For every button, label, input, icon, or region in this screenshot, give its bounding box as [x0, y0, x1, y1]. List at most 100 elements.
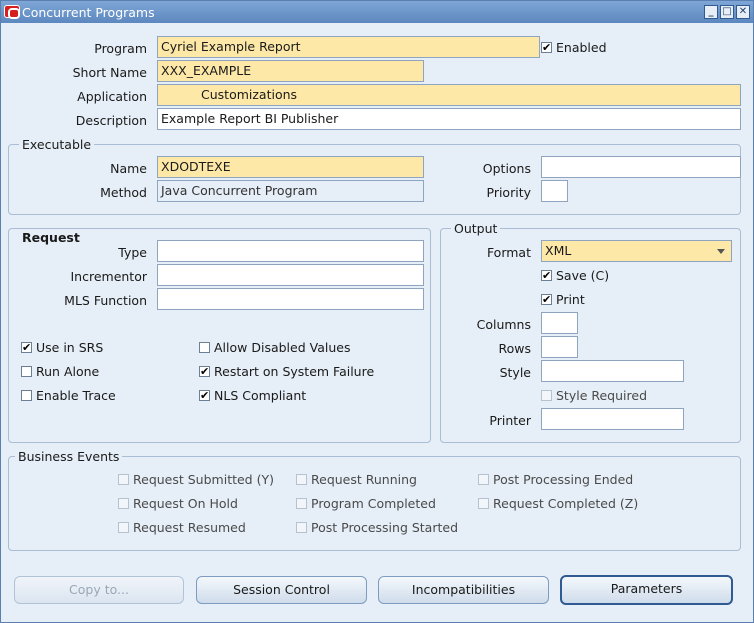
description-field[interactable]: Example Report BI Publisher	[157, 108, 741, 130]
save-checkbox[interactable]: ✔ Save (C)	[541, 268, 609, 283]
program-completed-checkbox[interactable]: Program Completed	[296, 496, 436, 511]
output-group-title: Output	[451, 221, 501, 236]
session-control-button[interactable]: Session Control	[196, 576, 367, 604]
executable-group-title: Executable	[19, 137, 95, 152]
short-name-field[interactable]: XXX_EXAMPLE	[157, 60, 424, 82]
post-processing-ended-checkbox[interactable]: Post Processing Ended	[478, 472, 633, 487]
unchecked-box-icon	[118, 474, 129, 485]
priority-label: Priority	[486, 185, 532, 200]
restart-on-system-failure-label: Restart on System Failure	[214, 364, 375, 379]
program-field[interactable]: Cyriel Example Report	[157, 36, 540, 58]
style-required-label: Style Required	[556, 388, 648, 403]
application-field[interactable]: Customizations	[157, 84, 741, 106]
format-select[interactable]: XML	[541, 240, 732, 262]
unchecked-box-icon	[118, 522, 129, 533]
columns-field[interactable]	[541, 312, 578, 334]
request-submitted-checkbox[interactable]: Request Submitted (Y)	[118, 472, 274, 487]
unchecked-box-icon	[478, 498, 489, 509]
unchecked-box-icon	[296, 474, 307, 485]
rows-label: Rows	[498, 341, 531, 356]
mls-function-label: MLS Function	[64, 293, 147, 308]
window-title: Concurrent Programs	[22, 5, 155, 20]
request-group-title: Request	[19, 230, 83, 245]
maximize-icon[interactable]: □	[720, 5, 734, 19]
method-field: Java Concurrent Program	[157, 180, 424, 202]
application-label: Application	[77, 89, 147, 104]
program-completed-label: Program Completed	[311, 496, 436, 511]
rows-field[interactable]	[541, 336, 578, 358]
enabled-check-icon: ✔	[541, 41, 552, 54]
enabled-label: Enabled	[556, 40, 607, 55]
allow-disabled-values-checkbox[interactable]: Allow Disabled Values	[199, 340, 350, 355]
style-field[interactable]	[541, 360, 684, 382]
use-in-srs-label: Use in SRS	[36, 340, 104, 355]
request-on-hold-checkbox[interactable]: Request On Hold	[118, 496, 238, 511]
close-icon[interactable]: ✕	[736, 5, 750, 19]
enable-trace-checkbox[interactable]: Enable Trace	[21, 388, 116, 403]
unchecked-box-icon	[296, 522, 307, 533]
request-submitted-label: Request Submitted (Y)	[133, 472, 274, 487]
unchecked-box-icon	[478, 474, 489, 485]
incompatibilities-button[interactable]: Incompatibilities	[378, 576, 549, 604]
request-completed-label: Request Completed (Z)	[493, 496, 639, 511]
unchecked-box-icon	[21, 390, 32, 401]
printer-label: Printer	[489, 413, 531, 428]
nls-compliant-label: NLS Compliant	[214, 388, 307, 403]
checkmark-icon: ✔	[199, 389, 210, 402]
description-label: Description	[75, 113, 147, 128]
concurrent-programs-window: Concurrent Programs _ □ ✕ Program Cyriel…	[0, 0, 754, 623]
print-checkbox[interactable]: ✔ Print	[541, 292, 585, 307]
style-label: Style	[499, 365, 531, 380]
unchecked-box-icon	[541, 390, 552, 401]
post-processing-started-label: Post Processing Started	[311, 520, 459, 535]
checkmark-icon: ✔	[541, 269, 552, 282]
oracle-app-icon	[4, 5, 20, 19]
run-alone-checkbox[interactable]: Run Alone	[21, 364, 99, 379]
method-label: Method	[100, 185, 147, 200]
request-running-checkbox[interactable]: Request Running	[296, 472, 417, 487]
checkmark-icon: ✔	[541, 293, 552, 306]
chevron-down-icon[interactable]	[717, 249, 725, 254]
business-events-group-title: Business Events	[15, 449, 123, 464]
request-on-hold-label: Request On Hold	[133, 496, 238, 511]
unchecked-box-icon	[199, 342, 210, 353]
mls-function-field[interactable]	[157, 288, 424, 310]
unchecked-box-icon	[118, 498, 129, 509]
allow-disabled-values-label: Allow Disabled Values	[214, 340, 351, 355]
options-label: Options	[482, 161, 531, 176]
post-processing-started-checkbox[interactable]: Post Processing Started	[296, 520, 458, 535]
parameters-button[interactable]: Parameters	[560, 575, 733, 605]
type-field[interactable]	[157, 240, 424, 262]
enable-trace-label: Enable Trace	[36, 388, 116, 403]
options-field[interactable]	[541, 156, 741, 178]
type-label: Type	[118, 245, 147, 260]
request-resumed-checkbox[interactable]: Request Resumed	[118, 520, 246, 535]
request-running-label: Request Running	[311, 472, 417, 487]
copy-to-button[interactable]: Copy to...	[14, 576, 184, 604]
short-name-label: Short Name	[72, 65, 147, 80]
enabled-checkbox[interactable]: ✔ Enabled	[541, 40, 607, 55]
format-value: XML	[545, 243, 572, 258]
executable-name-label: Name	[110, 161, 147, 176]
incrementor-label: Incrementor	[70, 269, 147, 284]
checkmark-icon: ✔	[21, 341, 32, 354]
title-bar[interactable]: Concurrent Programs _ □ ✕	[1, 1, 753, 23]
style-required-checkbox: Style Required	[541, 388, 647, 403]
run-alone-label: Run Alone	[36, 364, 100, 379]
columns-label: Columns	[476, 317, 531, 332]
format-label: Format	[486, 245, 531, 260]
unchecked-box-icon	[21, 366, 32, 377]
program-label: Program	[94, 41, 147, 56]
incrementor-field[interactable]	[157, 264, 424, 286]
checkmark-icon: ✔	[199, 365, 210, 378]
executable-name-field[interactable]: XDODTEXE	[157, 156, 424, 178]
post-processing-ended-label: Post Processing Ended	[493, 472, 634, 487]
restart-on-system-failure-checkbox[interactable]: ✔ Restart on System Failure	[199, 364, 374, 379]
use-in-srs-checkbox[interactable]: ✔ Use in SRS	[21, 340, 103, 355]
priority-field[interactable]	[541, 180, 568, 202]
printer-field[interactable]	[541, 408, 684, 430]
minimize-icon[interactable]: _	[704, 5, 718, 19]
request-resumed-label: Request Resumed	[133, 520, 246, 535]
nls-compliant-checkbox[interactable]: ✔ NLS Compliant	[199, 388, 306, 403]
request-completed-checkbox[interactable]: Request Completed (Z)	[478, 496, 638, 511]
